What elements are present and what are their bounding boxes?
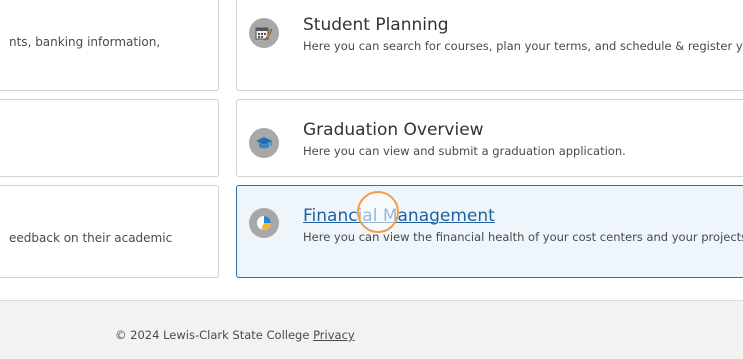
- calendar-pencil-icon: [249, 18, 279, 48]
- privacy-link[interactable]: Privacy: [313, 328, 355, 342]
- left-card-2[interactable]: [0, 99, 219, 177]
- graduation-overview-card[interactable]: Graduation Overview Here you can view an…: [236, 99, 743, 177]
- pie-chart-icon: [249, 208, 279, 238]
- footer: © 2024 Lewis-Clark State College Privacy: [0, 300, 743, 359]
- cursor-highlight: [357, 191, 399, 233]
- app-description: Here you can view the financial health o…: [303, 230, 743, 244]
- app-title[interactable]: Graduation Overview: [303, 120, 484, 140]
- copyright-text: © 2024 Lewis-Clark State College: [115, 328, 310, 342]
- left-card-3[interactable]: eedback on their academic: [0, 185, 219, 278]
- app-title[interactable]: Student Planning: [303, 15, 449, 35]
- left-card-1[interactable]: nts, banking information,: [0, 0, 219, 91]
- graduation-cap-icon: [249, 128, 279, 158]
- footer-text: © 2024 Lewis-Clark State College Privacy: [115, 328, 355, 342]
- left-card-description: nts, banking information,: [9, 35, 161, 49]
- left-card-description: eedback on their academic: [9, 231, 173, 245]
- app-title-link[interactable]: Financial Management: [303, 206, 495, 226]
- financial-management-card[interactable]: Financial Management Here you can view t…: [236, 185, 743, 278]
- student-planning-card[interactable]: Student Planning Here you can search for…: [236, 0, 743, 91]
- app-description: Here you can view and submit a graduatio…: [303, 144, 626, 158]
- app-description: Here you can search for courses, plan yo…: [303, 39, 743, 53]
